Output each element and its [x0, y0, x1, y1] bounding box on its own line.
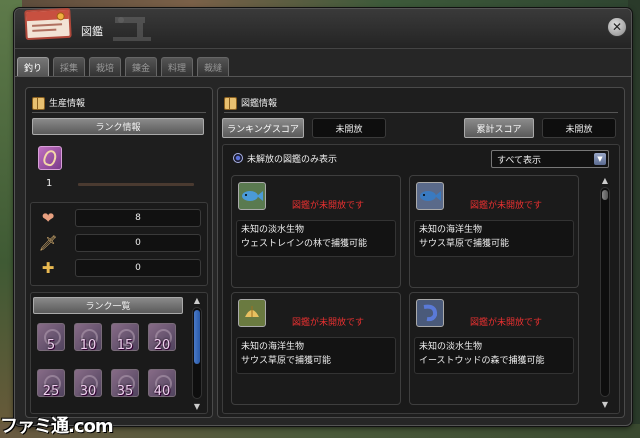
tab-fishing[interactable]: 釣り [17, 57, 49, 76]
encyclopedia-header-label: 図鑑情報 [241, 98, 278, 109]
fish-icon [416, 182, 444, 210]
entry-status: 図鑑が未開放です [470, 201, 543, 211]
scroll-up-icon[interactable]: ▲ [191, 295, 203, 305]
chevron-down-icon[interactable]: ▼ [594, 153, 606, 165]
title-bar[interactable]: 図鑑 ✕ [15, 7, 631, 49]
entries-scrollbar[interactable] [600, 187, 610, 397]
unlocked-only-label: 未解放の図鑑のみ表示 [247, 155, 338, 165]
total-score-label: 累計スコア [464, 118, 534, 138]
rank-progress-bar [78, 183, 194, 186]
shell-icon [238, 299, 266, 327]
entries-box: 未解放の図鑑のみ表示 すべて表示 ▼ 図鑑が未開放です 未知の淡水生物 ウェスト… [222, 144, 620, 414]
ranking-score-label: ランキングスコア [222, 118, 304, 138]
entry-location: イーストウッドの森で捕獲可能 [419, 356, 545, 366]
entry-description: 未知の海洋生物 サウス草原で捕獲可能 [414, 220, 574, 257]
entry-description: 未知の海洋生物 サウス草原で捕獲可能 [236, 337, 396, 374]
ranking-score-value: 未開放 [312, 118, 386, 138]
rank-list-scrollbar[interactable] [192, 307, 202, 399]
dropdown-value: すべて表示 [497, 155, 542, 166]
entry-type: 未知の淡水生物 [419, 342, 483, 352]
entry-type: 未知の淡水生物 [241, 225, 305, 235]
sewing-machine-icon [113, 17, 151, 41]
encyclopedia-window: 図鑑 ✕ 釣り 採集 栽培 錬金 料理 裁縫 生産情報 ランク情報 1 ❤ 8 … [14, 7, 632, 426]
stats-box: ❤ 8 🗡 0 ✚ 0 [30, 202, 208, 286]
rank-label: 25 [42, 384, 60, 399]
scroll-up-icon[interactable]: ▲ [599, 175, 611, 185]
tab-alchemy[interactable]: 錬金 [125, 57, 157, 76]
rank-list-box: ランク一覧 5 10 15 20 25 30 35 40 ▲ ▼ [30, 292, 208, 414]
rank-info-button[interactable]: ランク情報 [32, 118, 204, 135]
encyclopedia-info-panel: 図鑑情報 ランキングスコア 未開放 累計スコア 未開放 未解放の図鑑のみ表示 す… [217, 87, 625, 418]
shield-plus-icon: ✚ [41, 259, 55, 277]
close-button[interactable]: ✕ [607, 17, 627, 37]
scroll-down-icon[interactable]: ▼ [599, 399, 611, 409]
ribbon-item-icon [38, 146, 62, 170]
book-icon [32, 96, 45, 110]
category-tabs: 釣り 採集 栽培 錬金 料理 裁縫 [15, 55, 631, 77]
entry-location: サウス草原で捕獲可能 [419, 239, 510, 249]
entry-location: サウス草原で捕獲可能 [241, 356, 332, 366]
production-header: 生産情報 [32, 94, 85, 110]
entry-description: 未知の淡水生物 ウェストレインの林で捕獲可能 [236, 220, 396, 257]
rank-list-header[interactable]: ランク一覧 [33, 297, 183, 314]
total-score-value: 未開放 [542, 118, 616, 138]
rank-label: 40 [153, 384, 171, 399]
rank-label: 20 [153, 338, 171, 353]
encyclopedia-entry[interactable]: 図鑑が未開放です 未知の淡水生物 ウェストレインの林で捕獲可能 [231, 175, 401, 288]
fish-icon [238, 182, 266, 210]
entry-status: 図鑑が未開放です [470, 318, 543, 328]
tab-cooking[interactable]: 料理 [161, 57, 193, 76]
rank-label: 15 [116, 338, 134, 353]
entry-type: 未知の海洋生物 [241, 342, 305, 352]
entry-status: 図鑑が未開放です [292, 201, 365, 211]
window-title: 図鑑 [81, 25, 103, 38]
rank-label: 5 [46, 338, 56, 353]
stat-value-sword: 0 [75, 234, 201, 252]
sword-icon: 🗡 [38, 234, 58, 252]
window-badge-icon [24, 7, 72, 41]
entry-location: ウェストレインの林で捕獲可能 [241, 239, 368, 249]
stat-value-shield: 0 [75, 259, 201, 277]
encyclopedia-header: 図鑑情報 [224, 94, 277, 110]
entry-type: 未知の海洋生物 [419, 225, 483, 235]
encyclopedia-entry[interactable]: 図鑑が未開放です 未知の海洋生物 サウス草原で捕獲可能 [231, 292, 401, 405]
scroll-thumb[interactable] [602, 190, 608, 200]
entry-description: 未知の淡水生物 イーストウッドの森で捕獲可能 [414, 337, 574, 374]
shrimp-icon [416, 299, 444, 327]
encyclopedia-entry[interactable]: 図鑑が未開放です 未知の淡水生物 イーストウッドの森で捕獲可能 [409, 292, 579, 405]
production-info-panel: 生産情報 ランク情報 1 ❤ 8 🗡 0 ✚ 0 ランク一覧 5 10 15 2… [25, 87, 213, 418]
encyclopedia-entry[interactable]: 図鑑が未開放です 未知の海洋生物 サウス草原で捕獲可能 [409, 175, 579, 288]
heart-icon: ❤ [41, 209, 55, 227]
scroll-down-icon[interactable]: ▼ [191, 401, 203, 411]
tab-farming[interactable]: 栽培 [89, 57, 121, 76]
rank-label: 10 [79, 338, 97, 353]
production-header-label: 生産情報 [49, 98, 86, 109]
tab-sewing[interactable]: 裁縫 [197, 57, 229, 76]
entry-status: 図鑑が未開放です [292, 318, 365, 328]
display-filter-dropdown[interactable]: すべて表示 ▼ [491, 150, 609, 168]
rank-label: 30 [79, 384, 97, 399]
rank-label: 35 [116, 384, 134, 399]
site-watermark: ファミ通.com [0, 416, 114, 437]
unlocked-only-radio[interactable] [233, 153, 243, 163]
scroll-thumb[interactable] [194, 310, 200, 364]
rank-level: 1 [46, 178, 53, 189]
book-icon [224, 96, 237, 110]
tab-gathering[interactable]: 採集 [53, 57, 85, 76]
stat-value-heart: 8 [75, 209, 201, 227]
